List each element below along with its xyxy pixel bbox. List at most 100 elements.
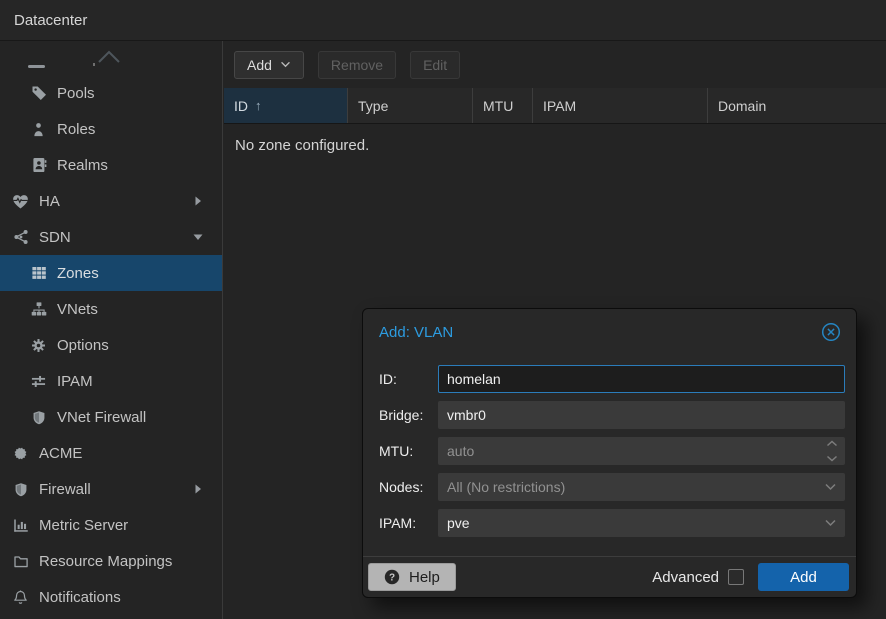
field-row-ipam: IPAM:	[379, 509, 845, 537]
remove-button[interactable]: Remove	[318, 51, 396, 79]
grid-icon	[30, 265, 47, 282]
add-button[interactable]: Add	[234, 51, 304, 79]
clipped-item-dash	[28, 65, 45, 68]
column-label: Type	[358, 98, 388, 114]
sidebar-item-firewall[interactable]: Firewall	[0, 471, 222, 507]
sidebar-item-vnet-firewall[interactable]: VNet Firewall	[0, 399, 222, 435]
sidebar-item-metric-server[interactable]: Metric Server	[0, 507, 222, 543]
zones-toolbar: Add Remove Edit	[224, 41, 886, 88]
help-button-label: Help	[409, 569, 440, 586]
sidebar-item-ipam[interactable]: IPAM	[0, 363, 222, 399]
mtu-field-label: MTU:	[379, 443, 438, 459]
svg-text:?: ?	[389, 573, 395, 584]
sidebar-item-label: HA	[39, 193, 60, 210]
id-input[interactable]	[438, 365, 845, 393]
ipam-combo-wrap	[438, 509, 845, 537]
proxmox-datacenter-screen: Datacenter Pools Roles Realms HA SDN	[0, 0, 886, 619]
chevron-down-icon[interactable]	[824, 519, 837, 527]
sidebar-item-resource-mappings[interactable]: Resource Mappings	[0, 543, 222, 579]
sidebar-scroll-hint	[0, 41, 222, 75]
bridge-input[interactable]	[438, 401, 845, 429]
dialog-add-button[interactable]: Add	[758, 563, 849, 591]
column-header-id[interactable]: ID ↑	[224, 88, 348, 123]
sidebar-item-pools[interactable]: Pools	[0, 75, 222, 111]
sort-ascending-icon: ↑	[255, 98, 262, 113]
add-button-label: Add	[247, 57, 272, 73]
help-button[interactable]: ? Help	[368, 563, 456, 591]
sidebar-item-zones[interactable]: Zones	[0, 255, 222, 291]
sidebar-item-sdn[interactable]: SDN	[0, 219, 222, 255]
nodes-combobox[interactable]	[438, 473, 845, 501]
tag-icon	[30, 85, 47, 102]
sidebar-item-roles[interactable]: Roles	[0, 111, 222, 147]
edit-button[interactable]: Edit	[410, 51, 460, 79]
spinner-up-icon[interactable]	[826, 440, 838, 447]
sidebar-item-label: SDN	[39, 229, 71, 246]
close-icon[interactable]	[820, 321, 842, 343]
sidebar-item-label: Options	[57, 337, 109, 354]
clipped-item-dot	[93, 63, 95, 66]
column-label: Domain	[718, 98, 766, 114]
dialog-header[interactable]: Add: VLAN	[363, 309, 856, 355]
nodes-field-label: Nodes:	[379, 479, 438, 495]
dialog-footer: ? Help Advanced Add	[363, 556, 856, 597]
field-row-bridge: Bridge:	[379, 401, 845, 429]
zones-table-header: ID ↑ Type MTU IPAM Domain	[224, 88, 886, 124]
sidebar-item-label: ACME	[39, 445, 82, 462]
folder-icon	[12, 553, 29, 570]
sidebar-item-label: Zones	[57, 265, 99, 282]
field-row-mtu: MTU:	[379, 437, 845, 465]
number-spinner[interactable]	[826, 440, 838, 462]
caret-down-icon[interactable]	[190, 229, 206, 245]
sidebar-item-label: Realms	[57, 157, 108, 174]
shield-icon	[12, 481, 29, 498]
id-field-label: ID:	[379, 371, 438, 387]
bridge-input-wrap	[438, 401, 845, 429]
sidebar-item-label: VNets	[57, 301, 98, 318]
chevron-down-icon[interactable]	[824, 483, 837, 491]
sidebar-item-acme[interactable]: ACME	[0, 435, 222, 471]
sidebar-item-options[interactable]: Options	[0, 327, 222, 363]
sidebar-item-label: Roles	[57, 121, 95, 138]
mtu-input[interactable]	[438, 437, 845, 465]
advanced-checkbox[interactable]	[728, 569, 744, 585]
sidebar-item-label: Pools	[57, 85, 95, 102]
sidebar-item-notifications[interactable]: Notifications	[0, 579, 222, 615]
user-icon	[30, 121, 47, 138]
sidebar-item-label: Resource Mappings	[39, 553, 172, 570]
sidebar-item-label: VNet Firewall	[57, 409, 146, 426]
sidebar-item-label: Firewall	[39, 481, 91, 498]
shield-icon	[30, 409, 47, 426]
mtu-input-wrap	[438, 437, 845, 465]
spinner-down-icon[interactable]	[826, 455, 838, 462]
bell-icon	[12, 589, 29, 606]
caret-right-icon[interactable]	[190, 193, 206, 209]
column-label: MTU	[483, 98, 513, 114]
column-label: IPAM	[543, 98, 576, 114]
question-circle-icon: ?	[384, 569, 400, 585]
chevron-up-scroll-icon[interactable]	[96, 49, 122, 65]
sidebar-item-label: IPAM	[57, 373, 93, 390]
gear-icon	[30, 337, 47, 354]
sliders-icon	[30, 373, 47, 390]
column-header-type[interactable]: Type	[348, 88, 473, 123]
certificate-icon	[12, 445, 29, 462]
address-book-icon	[30, 157, 47, 174]
column-header-mtu[interactable]: MTU	[473, 88, 533, 123]
sidebar-nav: Pools Roles Realms HA SDN Zones VNets	[0, 41, 223, 619]
ipam-combobox[interactable]	[438, 509, 845, 537]
column-header-domain[interactable]: Domain	[708, 88, 886, 123]
field-row-id: ID:	[379, 365, 845, 393]
column-header-ipam[interactable]: IPAM	[533, 88, 708, 123]
sidebar-item-vnets[interactable]: VNets	[0, 291, 222, 327]
column-label: ID	[234, 98, 248, 114]
nodes-combo-wrap	[438, 473, 845, 501]
sitemap-icon	[30, 301, 47, 318]
caret-right-icon[interactable]	[190, 481, 206, 497]
sidebar-item-ha[interactable]: HA	[0, 183, 222, 219]
dialog-body: ID: Bridge: MTU:	[363, 355, 856, 537]
bar-chart-icon	[12, 517, 29, 534]
advanced-label: Advanced	[652, 569, 719, 586]
sidebar-item-realms[interactable]: Realms	[0, 147, 222, 183]
bridge-field-label: Bridge:	[379, 407, 438, 423]
